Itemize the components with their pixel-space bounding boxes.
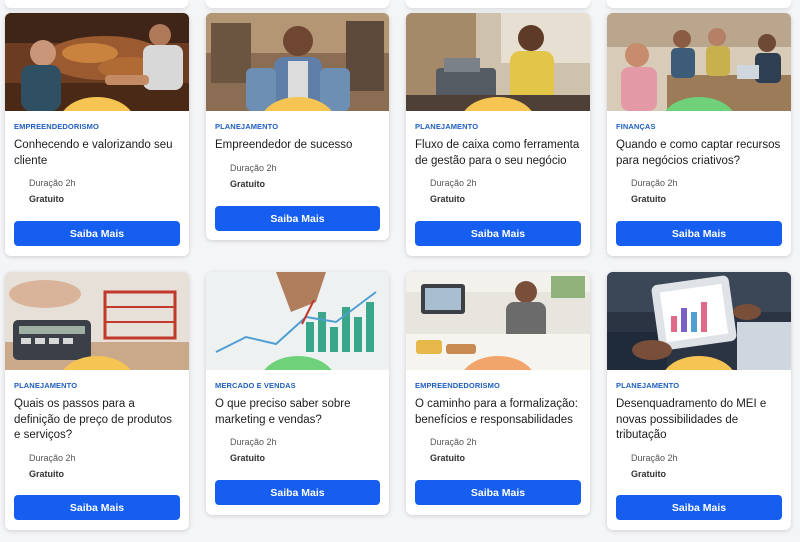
course-image[interactable] <box>607 272 791 370</box>
course-image[interactable] <box>5 13 189 111</box>
course-card: PLANEJAMENTO Quais os passos para a defi… <box>5 272 189 530</box>
course-image[interactable] <box>206 272 389 370</box>
course-duration: Duração 2h <box>230 162 277 173</box>
saiba-mais-button[interactable]: Saiba Mais <box>616 495 782 520</box>
course-duration: Duração 2h <box>29 452 76 463</box>
course-title[interactable]: Quando e como captar recursos para negóc… <box>616 138 782 169</box>
course-duration: Duração 2h <box>230 437 277 447</box>
course-category: FINANÇAS <box>616 122 656 131</box>
course-price: Gratuito <box>430 453 465 463</box>
course-card: FINANÇAS Quando e como captar recursos p… <box>607 13 791 256</box>
saiba-mais-button[interactable]: Saiba Mais <box>14 221 180 246</box>
course-image[interactable] <box>607 13 791 111</box>
previous-card-bottom <box>607 0 791 8</box>
course-price: Gratuito <box>631 194 666 204</box>
saiba-mais-button[interactable]: Saiba Mais <box>415 221 581 246</box>
course-category: PLANEJAMENTO <box>415 122 479 131</box>
course-price: Gratuito <box>29 468 64 479</box>
saiba-mais-button[interactable]: Saiba Mais <box>616 221 782 246</box>
course-duration: Duração 2h <box>430 178 477 188</box>
course-title[interactable]: Fluxo de caixa como ferramenta de gestão… <box>415 138 581 169</box>
course-duration: Duração 2h <box>29 178 76 188</box>
saiba-mais-button[interactable]: Saiba Mais <box>215 206 380 231</box>
course-title[interactable]: Quais os passos para a definição de preç… <box>14 397 180 444</box>
previous-card-bottom <box>5 0 188 8</box>
course-image[interactable] <box>406 272 590 370</box>
course-duration: Duração 2h <box>631 452 678 463</box>
course-card: PLANEJAMENTO Empreendedor de sucesso Dur… <box>206 13 389 240</box>
previous-card-bottom <box>406 0 590 8</box>
course-card: PLANEJAMENTO Desenquadramento do MEI e n… <box>607 272 791 530</box>
course-price: Gratuito <box>430 194 465 204</box>
course-duration: Duração 2h <box>631 178 678 188</box>
course-category: EMPREENDEDORISMO <box>415 381 500 390</box>
course-image[interactable] <box>406 13 590 111</box>
course-category: MERCADO E VENDAS <box>215 381 296 390</box>
course-card: EMPREENDEDORISMO Conhecendo e valorizand… <box>5 13 189 256</box>
saiba-mais-button[interactable]: Saiba Mais <box>14 495 180 520</box>
course-card: EMPREENDEDORISMO O caminho para a formal… <box>406 272 590 515</box>
course-image[interactable] <box>5 272 189 370</box>
course-category: PLANEJAMENTO <box>616 381 680 390</box>
course-title[interactable]: Empreendedor de sucesso <box>215 138 380 154</box>
course-image[interactable] <box>206 13 389 111</box>
saiba-mais-button[interactable]: Saiba Mais <box>415 480 581 505</box>
course-category: PLANEJAMENTO <box>215 122 279 131</box>
course-card: PLANEJAMENTO Fluxo de caixa como ferrame… <box>406 13 590 256</box>
course-category: PLANEJAMENTO <box>14 381 78 390</box>
saiba-mais-button[interactable]: Saiba Mais <box>215 480 380 505</box>
course-title[interactable]: O que preciso saber sobre marketing e ve… <box>215 397 380 428</box>
course-price: Gratuito <box>29 194 64 204</box>
course-price: Gratuito <box>230 453 265 463</box>
course-price: Gratuito <box>230 178 265 189</box>
course-title[interactable]: Desenquadramento do MEI e novas possibil… <box>616 397 782 444</box>
course-card: MERCADO E VENDAS O que preciso saber sob… <box>206 272 389 515</box>
course-title[interactable]: Conhecendo e valorizando seu cliente <box>14 138 180 169</box>
course-category: EMPREENDEDORISMO <box>14 122 99 131</box>
course-title[interactable]: O caminho para a formalização: benefício… <box>415 397 581 428</box>
course-price: Gratuito <box>631 468 666 479</box>
previous-card-bottom <box>206 0 389 8</box>
course-duration: Duração 2h <box>430 437 477 447</box>
